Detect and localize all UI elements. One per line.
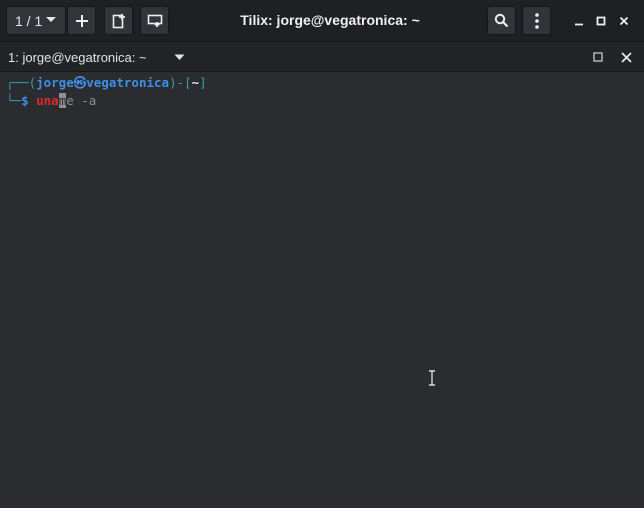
command-line: └─$ uname -a — [6, 92, 96, 110]
maximize-button[interactable] — [591, 11, 611, 31]
command-text: una — [36, 93, 59, 108]
split-vertical-icon — [112, 13, 125, 28]
chevron-down-icon[interactable] — [174, 54, 185, 61]
prompt-line: ┌──(jorge㉿vegatronica)-[~] — [6, 74, 207, 92]
command-suggestion: e -a — [66, 93, 97, 108]
split-vertical-button[interactable] — [104, 6, 133, 35]
prompt-user: jorge — [36, 75, 74, 90]
plus-icon — [75, 14, 88, 27]
session-label: 1 / 1 — [15, 12, 43, 29]
terminal-maximize-icon[interactable] — [593, 52, 603, 62]
prompt-corner: └─ — [6, 93, 22, 108]
maximize-icon — [596, 16, 606, 26]
text-cursor-icon — [429, 370, 435, 386]
split-horizontal-button[interactable] — [140, 6, 169, 35]
split-horizontal-icon — [147, 14, 162, 27]
session-switcher-button[interactable]: 1 / 1 — [6, 6, 66, 35]
close-button[interactable] — [614, 11, 634, 31]
prompt-dollar: $ — [21, 93, 29, 108]
search-icon — [494, 13, 509, 28]
terminal-title-bar: 1: jorge@vegatronica: ~ — [0, 42, 644, 72]
menu-button[interactable] — [522, 6, 551, 35]
header-bar: 1 / 1 Tilix: jorge@vegatronica: ~ — [0, 0, 644, 42]
terminal-area[interactable]: ┌──(jorge㉿vegatronica)-[~] └─$ uname -a — [0, 72, 644, 508]
window-title: Tilix: jorge@vegatronica: ~ — [240, 12, 420, 28]
chevron-down-icon — [46, 17, 56, 22]
close-icon — [619, 16, 629, 26]
kebab-menu-icon — [534, 12, 539, 29]
prompt-close: ] — [199, 75, 207, 90]
prompt-open: ┌──( — [6, 75, 37, 90]
minimize-button[interactable] — [569, 11, 589, 31]
prompt-mid: )-[ — [169, 75, 192, 90]
prompt-at: ㉿ — [73, 75, 87, 90]
prompt-host: vegatronica — [86, 75, 170, 90]
terminal-close-icon[interactable] — [620, 51, 633, 64]
add-session-button[interactable] — [67, 6, 96, 35]
find-button[interactable] — [487, 6, 516, 35]
terminal-title[interactable]: 1: jorge@vegatronica: ~ — [8, 50, 147, 65]
minimize-icon — [575, 23, 583, 26]
